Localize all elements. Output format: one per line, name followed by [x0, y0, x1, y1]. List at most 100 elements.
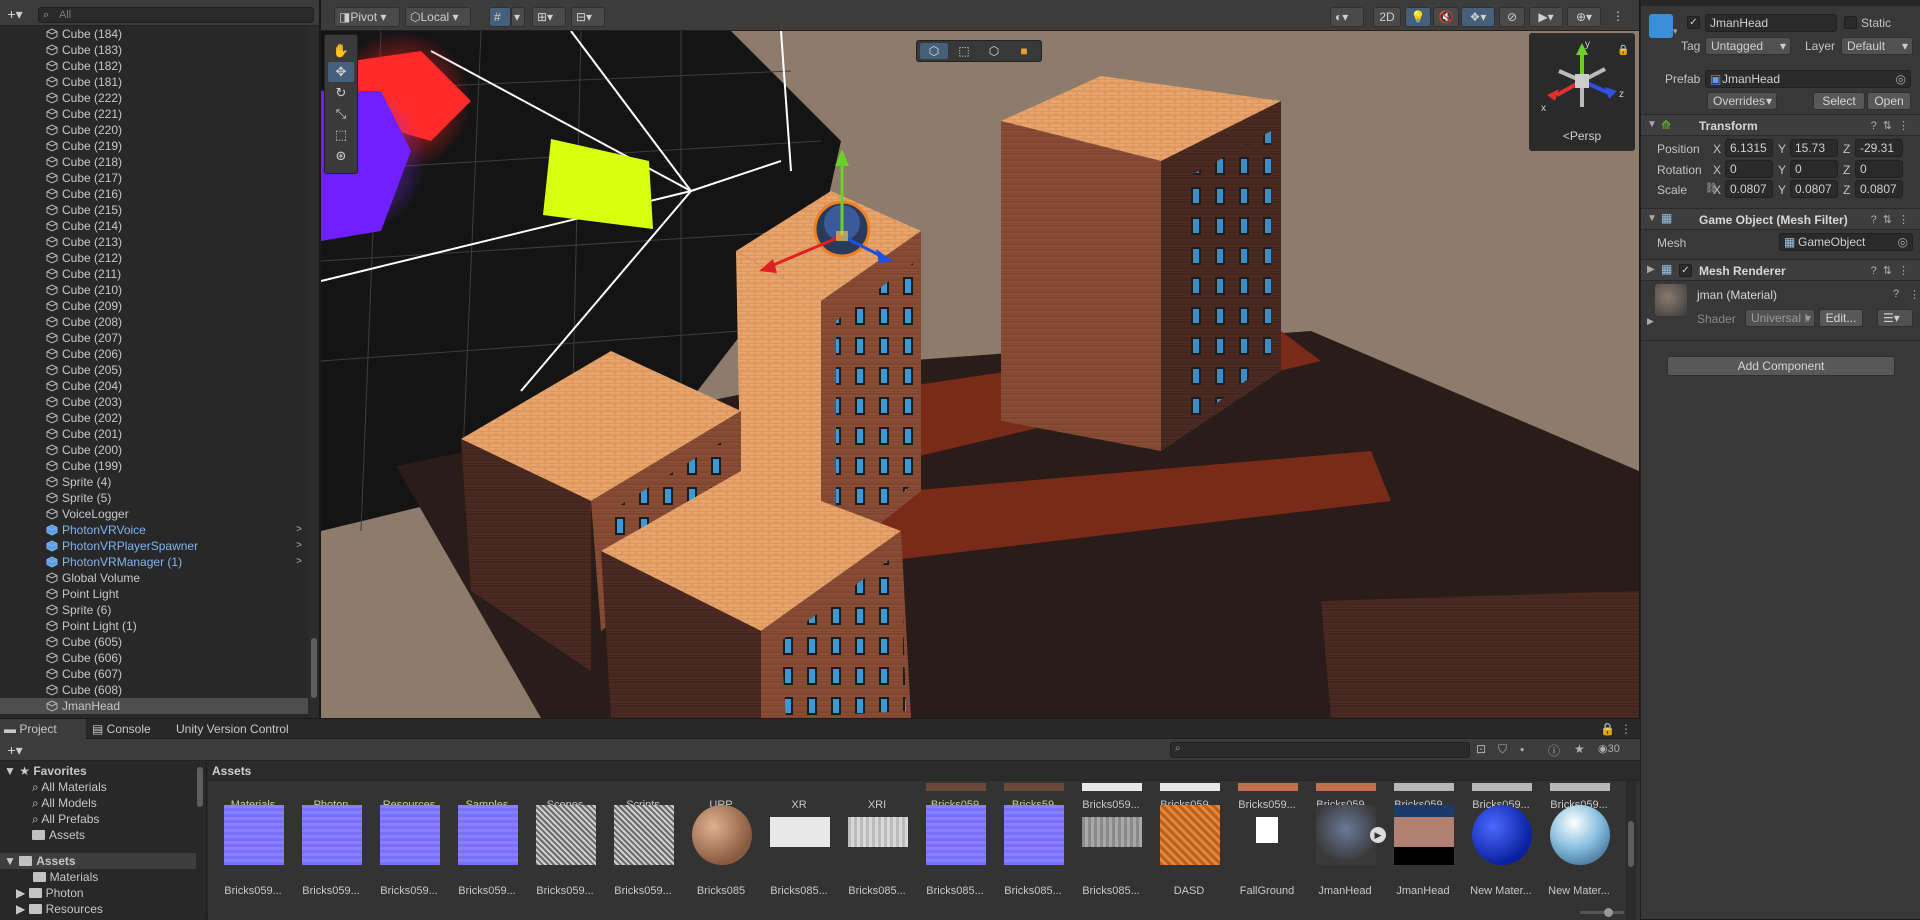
transform-tool-button[interactable]: ⊛ [328, 146, 354, 166]
folder-item[interactable]: XRI [840, 799, 914, 811]
textured-view-button[interactable]: ■ [1010, 43, 1038, 59]
hierarchy-item[interactable]: Cube (207) [0, 330, 308, 346]
grid-scrollbar[interactable] [1626, 781, 1636, 920]
hierarchy-item[interactable]: PhotonVRVoice > [0, 522, 308, 538]
favorite-item[interactable]: ⌕ All Materials [32, 779, 107, 795]
asset-item[interactable]: JmanHead [1386, 885, 1460, 897]
scrollbar-thumb[interactable] [311, 638, 317, 698]
lock-icon[interactable]: 🔒 [1600, 722, 1615, 736]
tag-dropdown[interactable]: Untagged ▾ [1705, 37, 1791, 55]
tag-icon[interactable]: ⬩ [1520, 742, 1524, 757]
hierarchy-item[interactable]: Cube (202) [0, 410, 308, 426]
hierarchy-item[interactable]: PhotonVRPlayerSpawner > [0, 538, 308, 554]
rect-view-button[interactable]: ⬚ [950, 43, 978, 59]
hierarchy-item[interactable]: Cube (200) [0, 442, 308, 458]
folder-item[interactable]: ▶ Materials [20, 869, 98, 885]
hierarchy-item[interactable]: Sprite (6) [0, 602, 308, 618]
hierarchy-item[interactable]: Cube (212) [0, 250, 308, 266]
grid-snap-dropdown[interactable]: ▾ [511, 7, 525, 27]
help-icon[interactable]: ? [1893, 288, 1899, 300]
rect-tool-button[interactable]: ⬚ [328, 125, 354, 145]
asset-item[interactable]: Bricks059... [1230, 799, 1304, 811]
select-button[interactable]: Select [1813, 92, 1865, 110]
hierarchy-item[interactable]: Sprite (4) [0, 474, 308, 490]
scene-canvas[interactable] [321, 31, 1639, 718]
kebab-menu-icon[interactable]: ⋮ [1909, 288, 1920, 301]
material-options-dropdown[interactable]: ☰▾ [1877, 309, 1913, 327]
hierarchy-item[interactable]: Cube (607) [0, 666, 308, 682]
shaded-view-button[interactable]: ⬡ [980, 43, 1008, 59]
asset-item[interactable]: Bricks085... [996, 885, 1070, 897]
component-header-icons[interactable]: ?⇅⋮ [1871, 264, 1915, 277]
slider-handle[interactable] [1604, 908, 1613, 917]
local-dropdown[interactable]: ⬡Local ▾ [405, 7, 471, 27]
hierarchy-item[interactable]: Cube (201) [0, 426, 308, 442]
scale-tool-button[interactable]: ⤡ [328, 104, 354, 124]
hierarchy-item[interactable]: Cube (222) [0, 90, 308, 106]
asset-item[interactable]: DASD [1152, 885, 1226, 897]
hierarchy-item[interactable]: Cube (184) [0, 26, 308, 42]
mesh-filter-header[interactable]: ▼ ▦ Game Object (Mesh Filter) ?⇅⋮ [1641, 208, 1920, 230]
hierarchy-item[interactable]: Cube (220) [0, 122, 308, 138]
rotation-x-field[interactable]: 0 [1725, 160, 1773, 178]
hierarchy-item[interactable]: Cube (218) [0, 154, 308, 170]
favorite-item[interactable]: Assets [32, 827, 85, 843]
asset-item[interactable]: Bricks059... [606, 885, 680, 897]
asset-item[interactable]: Bricks085... [840, 885, 914, 897]
rotation-z-field[interactable]: 0 [1855, 160, 1903, 178]
hierarchy-item[interactable]: PhotonVRManager (1) > [0, 554, 308, 570]
scale-y-field[interactable]: 0.0807 [1790, 180, 1838, 198]
overrides-dropdown[interactable]: Overrides ▾ [1707, 92, 1777, 110]
add-component-button[interactable]: Add Component [1667, 356, 1895, 376]
hierarchy-item[interactable]: Cube (183) [0, 42, 308, 58]
position-y-field[interactable]: 15.73 [1790, 139, 1838, 157]
hierarchy-item[interactable]: JmanHead [0, 698, 308, 714]
favorite-item[interactable]: ⌕ All Models [32, 795, 97, 811]
tab-version-control[interactable]: Unity Version Control [172, 719, 332, 739]
hierarchy-item[interactable]: Cube (206) [0, 346, 308, 362]
expand-prefab-icon[interactable]: ▶ [1370, 827, 1386, 843]
projection-toggle[interactable]: <Persp [1529, 129, 1635, 143]
asset-item[interactable]: JmanHead [1308, 885, 1382, 897]
asset-item[interactable]: Bricks059... [216, 885, 290, 897]
hierarchy-item[interactable]: Cube (208) [0, 314, 308, 330]
hierarchy-item[interactable]: Cube (205) [0, 362, 308, 378]
hierarchy-item[interactable]: Global Volume [0, 570, 308, 586]
orientation-gizmo[interactable]: y z x 🔒 <Persp [1529, 33, 1635, 151]
folder-item[interactable]: ▶ Resources [16, 901, 103, 917]
shading-mode-dropdown[interactable]: ◐▾ [1330, 7, 1364, 27]
folder-item[interactable]: XR [762, 799, 836, 811]
pivot-dropdown[interactable]: ◨Pivot ▾ [334, 7, 400, 27]
rotation-y-field[interactable]: 0 [1790, 160, 1838, 178]
lighting-toggle-button[interactable]: 💡 [1405, 7, 1431, 27]
wireframe-view-button[interactable]: ⬡ [920, 43, 948, 59]
hierarchy-item[interactable]: Point Light [0, 586, 308, 602]
hierarchy-item[interactable]: Cube (203) [0, 394, 308, 410]
grid-visibility-button[interactable]: ⊞▾ [532, 7, 566, 27]
asset-item[interactable]: Bricks059... [528, 885, 602, 897]
hierarchy-item[interactable]: Cube (215) [0, 202, 308, 218]
hierarchy-item[interactable]: Sprite (5) [0, 490, 308, 506]
scene-view[interactable]: ◨Pivot ▾ ⬡Local ▾ # ▾ ⊞▾ ⊟▾ ◐▾ 2D 💡 🔇 ❖▾… [321, 0, 1639, 718]
hidden-objects-toggle[interactable]: ⊘ [1499, 7, 1525, 27]
mesh-field[interactable]: ▦ GameObject ◎ [1779, 233, 1913, 251]
chevron-right-icon[interactable]: > [296, 538, 302, 554]
camera-dropdown[interactable]: ▶▾ [1529, 7, 1563, 27]
warning-icon[interactable]: ⓘ [1548, 742, 1560, 759]
hierarchy-item[interactable]: Cube (213) [0, 234, 308, 250]
hierarchy-item[interactable]: Cube (211) [0, 266, 308, 282]
asset-item[interactable]: Bricks059... [372, 885, 446, 897]
audio-toggle-button[interactable]: 🔇 [1433, 7, 1459, 27]
hierarchy-item[interactable]: Cube (210) [0, 282, 308, 298]
asset-item[interactable]: Bricks085 [684, 885, 758, 897]
mesh-renderer-enabled-checkbox[interactable]: ✓ [1679, 264, 1692, 277]
hidden-count[interactable]: ◉30 [1598, 742, 1620, 755]
mesh-renderer-header[interactable]: ▶ ▦ ✓ Mesh Renderer ?⇅⋮ [1641, 259, 1920, 281]
asset-item[interactable]: Bricks085... [762, 885, 836, 897]
gizmos-dropdown[interactable]: ⊕▾ [1567, 7, 1601, 27]
component-header-icons[interactable]: ?⇅⋮ [1871, 119, 1915, 132]
kebab-menu-icon[interactable]: ⋮ [1620, 722, 1632, 736]
hierarchy-search-input[interactable]: ⌕ All [38, 7, 314, 23]
effects-dropdown[interactable]: ❖▾ [1461, 7, 1495, 27]
icon-dropdown-chevron[interactable]: ▾ [1673, 26, 1678, 37]
